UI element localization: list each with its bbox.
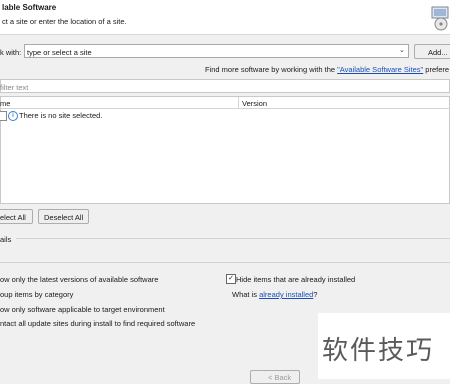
details-label: ails [0, 235, 12, 244]
details-divider [16, 238, 450, 239]
group-by-category-option[interactable]: oup items by category [0, 290, 73, 299]
back-button-label[interactable]: < Back [268, 373, 291, 382]
hide-installed-checkbox[interactable]: ✓ [226, 274, 236, 284]
what-is-suffix: ? [313, 290, 318, 299]
site-combo-text[interactable]: type or select a site [27, 48, 92, 57]
find-more-suffix: prefere [423, 65, 450, 74]
applicable-target-option[interactable]: ow only software applicable to target en… [0, 305, 165, 314]
no-site-message: There is no site selected. [19, 111, 103, 120]
column-header-version[interactable]: Version [242, 99, 267, 108]
filter-input[interactable] [0, 79, 450, 93]
wizard-title: lable Software [2, 3, 57, 12]
select-all-label[interactable]: elect All [0, 213, 26, 222]
deselect-all-label[interactable]: Deselect All [44, 213, 83, 222]
column-separator[interactable] [238, 97, 239, 108]
watermark-text: 软件技巧 [322, 335, 435, 365]
info-icon: i [8, 111, 18, 121]
work-with-label: k with: [0, 48, 22, 57]
details-bottom-divider [0, 262, 450, 263]
software-install-icon [431, 6, 449, 31]
contact-update-sites-option[interactable]: ntact all update sites during install to… [0, 319, 195, 328]
wizard-subtitle: ct a site or enter the location of a sit… [2, 17, 127, 26]
hide-installed-label[interactable]: Hide items that are already installed [236, 275, 355, 284]
chevron-down-icon[interactable]: ⌄ [399, 46, 405, 54]
row-checkbox[interactable] [0, 111, 7, 121]
add-site-button-label[interactable]: Add... [428, 48, 448, 57]
filter-placeholder[interactable]: filter text [0, 83, 28, 92]
available-software-sites-link[interactable]: "Available Software Sites" [337, 65, 423, 74]
find-more-prefix: Find more software by working with the [205, 65, 338, 74]
column-header-name[interactable]: me [0, 99, 10, 108]
latest-versions-option[interactable]: ow only the latest versions of available… [0, 275, 158, 284]
already-installed-link[interactable]: already installed [259, 290, 313, 299]
find-more-software-text: Find more software by working with the "… [205, 65, 449, 74]
table-header [0, 96, 450, 109]
what-is-installed-text: What is already installed? [232, 290, 317, 299]
what-is-prefix: What is [232, 290, 260, 299]
